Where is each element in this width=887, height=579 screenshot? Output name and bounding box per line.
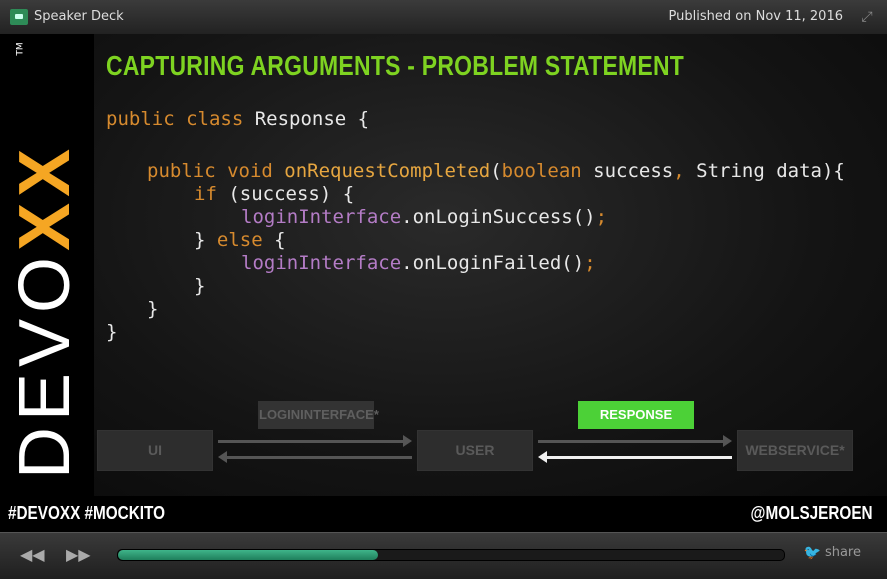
box-webservice: WEBSERVICE* bbox=[737, 430, 853, 471]
player-top-bar: Speaker Deck Published on Nov 11, 2016 ⤢ bbox=[0, 0, 887, 35]
code-line-6: loginInterface.onLoginFailed(); bbox=[241, 252, 596, 274]
rewind-icon[interactable]: ◀◀ bbox=[20, 545, 45, 565]
code-line-9: } bbox=[106, 321, 118, 343]
slide-title: CAPTURING ARGUMENTS - PROBLEM STATEMENT bbox=[106, 50, 685, 81]
player-controls: ◀◀ ▶▶ 🐦 share bbox=[0, 532, 887, 579]
devoxx-brand-strip: DEVOXX TM bbox=[0, 34, 94, 496]
box-user: USER bbox=[417, 430, 533, 471]
trademark-mark: TM bbox=[15, 42, 26, 56]
arrow-webservice-to-user bbox=[538, 451, 732, 463]
code-line-4: loginInterface.onLoginSuccess(); bbox=[241, 206, 608, 228]
share-button[interactable]: share bbox=[825, 545, 861, 560]
box-ui: UI bbox=[97, 430, 213, 471]
label-response: RESPONSE bbox=[578, 401, 694, 429]
expand-icon[interactable]: ⤢ bbox=[859, 9, 875, 25]
twitter-handle: @MOLSJEROEN bbox=[750, 503, 873, 523]
code-line-7: } bbox=[194, 275, 206, 297]
progress-fill bbox=[118, 550, 378, 560]
code-line-8: } bbox=[147, 298, 159, 320]
label-logininterface: LOGININTERFACE* bbox=[258, 401, 379, 429]
hashtags: #DEVOXX #MOCKITO bbox=[8, 503, 166, 523]
progress-bar[interactable] bbox=[117, 549, 785, 561]
arrow-ui-to-user bbox=[218, 435, 412, 447]
published-date: Published on Nov 11, 2016 bbox=[668, 9, 843, 24]
slide-canvas: DEVOXX TM CAPTURING ARGUMENTS - PROBLEM … bbox=[0, 34, 887, 496]
arrow-user-to-webservice bbox=[538, 435, 732, 447]
fast-forward-icon[interactable]: ▶▶ bbox=[66, 545, 91, 565]
code-line-2: public void onRequestCompleted(boolean s… bbox=[147, 160, 845, 182]
twitter-bird-icon[interactable]: 🐦 bbox=[804, 545, 821, 561]
speaker-deck-logo-icon[interactable] bbox=[10, 9, 28, 25]
code-block: public class Response { public void onRe… bbox=[106, 108, 845, 361]
arrow-user-to-ui bbox=[218, 451, 412, 463]
code-line-5: } else { bbox=[194, 229, 286, 251]
code-line-1: public class Response { bbox=[106, 108, 370, 130]
speaker-deck-player: Speaker Deck Published on Nov 11, 2016 ⤢… bbox=[0, 0, 887, 579]
code-line-3: if (success) { bbox=[194, 183, 355, 205]
app-name-link[interactable]: Speaker Deck bbox=[34, 9, 124, 24]
devoxx-logo: DEVOXX bbox=[5, 142, 85, 479]
slide-footer: #DEVOXX #MOCKITO @MOLSJEROEN bbox=[0, 496, 887, 532]
